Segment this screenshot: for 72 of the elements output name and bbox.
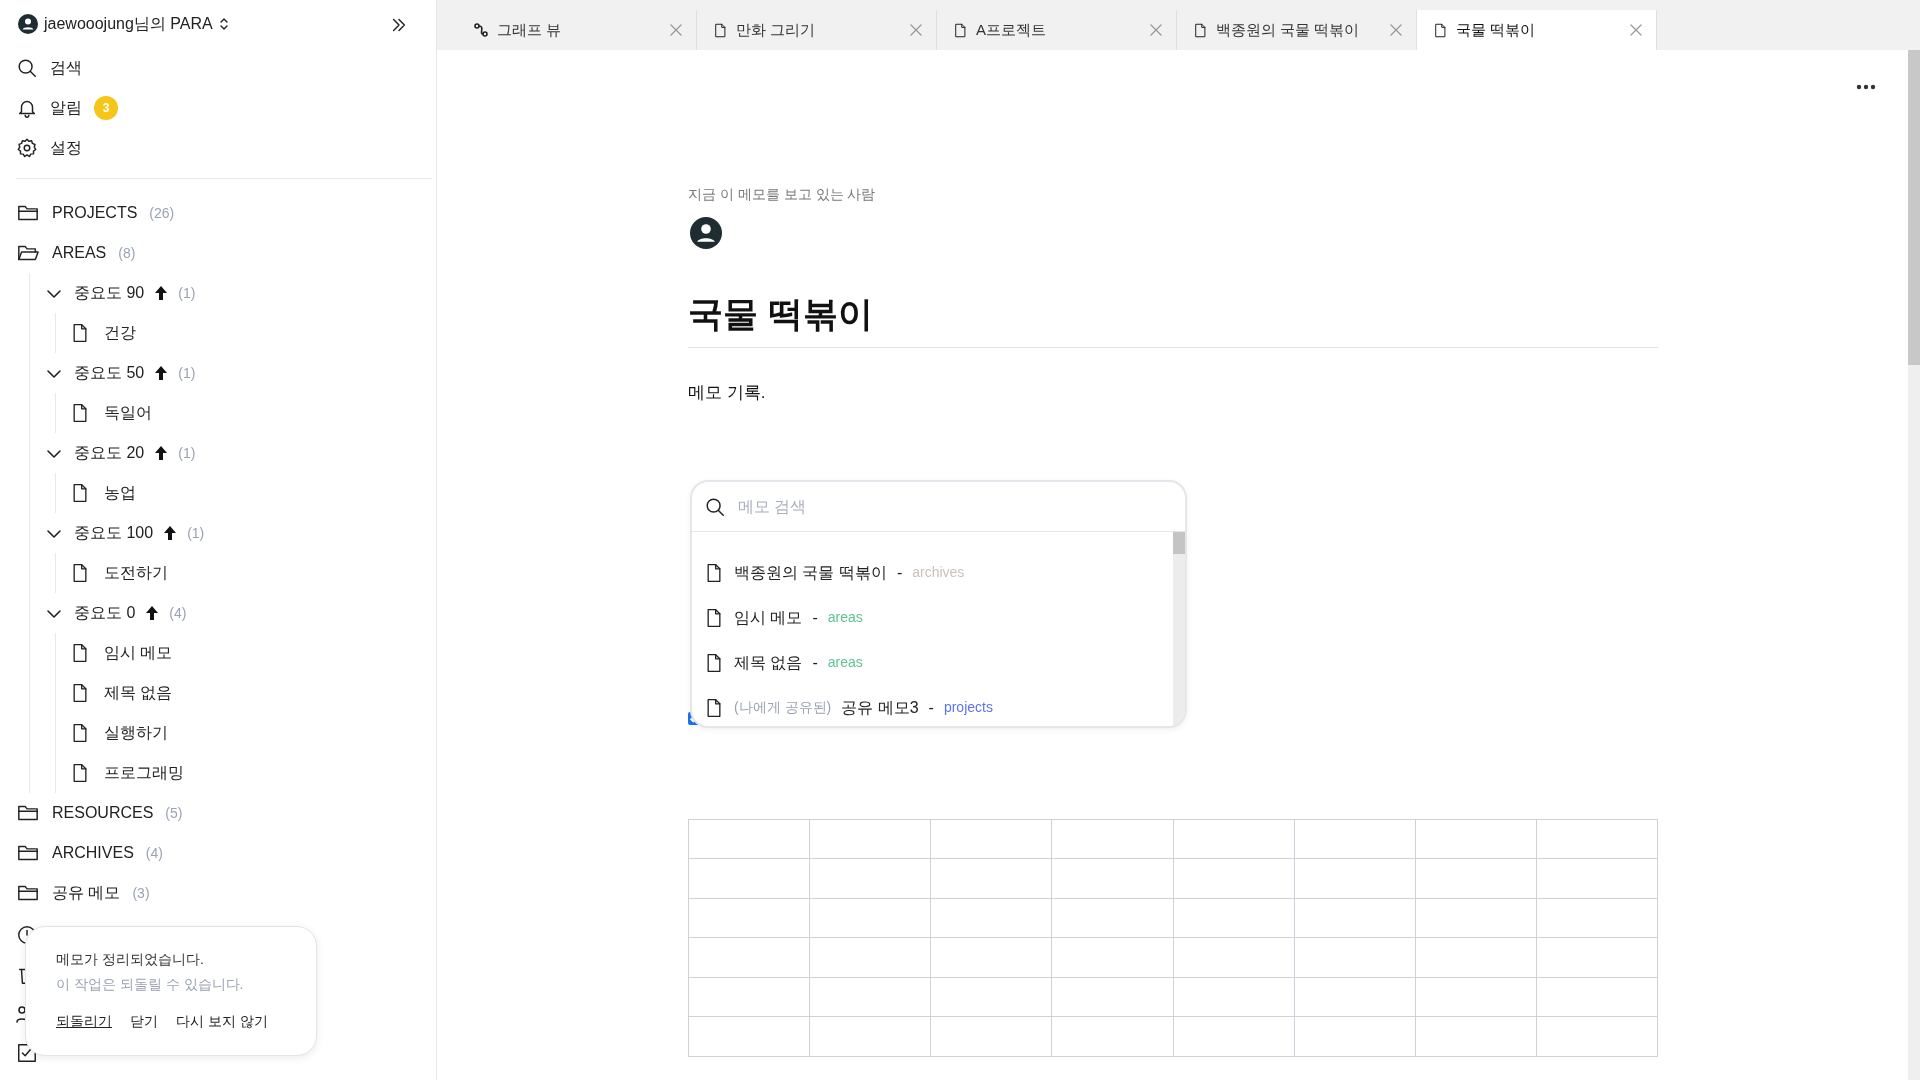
result-title: 공유 메모3: [841, 697, 919, 718]
up-arrow-icon: [154, 445, 169, 461]
search-result[interactable]: 제목 없음 - areas: [692, 640, 1185, 685]
sidebar-item[interactable]: 검색: [0, 48, 436, 88]
category-label: areas: [827, 653, 863, 672]
close-icon: [1390, 24, 1402, 36]
up-arrow-icon: [163, 525, 178, 541]
group-item[interactable]: 중요도 20 (1): [30, 433, 436, 473]
category-label: areas: [827, 608, 863, 627]
document-icon: [1193, 22, 1208, 38]
note-item[interactable]: 도전하기: [56, 553, 436, 593]
note-item[interactable]: 프로그래밍: [56, 753, 436, 793]
document-icon: [713, 22, 728, 38]
folder-item[interactable]: PROJECTS (26): [0, 193, 436, 233]
toast-hint: 이 작업은 되돌릴 수 있습니다.: [56, 975, 245, 994]
category-label: projects: [943, 698, 993, 717]
toast-action[interactable]: 되돌리기: [56, 1011, 112, 1032]
avatar-icon: [690, 217, 722, 249]
toast-action[interactable]: 다시 보지 않기: [176, 1011, 268, 1032]
group-item[interactable]: 중요도 0 (4): [30, 593, 436, 633]
group-item[interactable]: 중요도 50 (1): [30, 353, 436, 393]
search-result[interactable]: (나에게 공유된) 공유 메모3 - projects: [692, 685, 1185, 726]
search-icon: [16, 57, 38, 79]
folder-item[interactable]: AREAS (8): [0, 233, 436, 273]
folder-item[interactable]: ARCHIVES (4): [0, 833, 436, 873]
note-body: 메모 기록.: [688, 382, 767, 404]
separator: -: [812, 652, 818, 673]
result-title: 제목 없음: [734, 652, 803, 673]
sidebar-item[interactable]: 설정: [0, 128, 436, 168]
close-icon: [1150, 24, 1162, 36]
close-icon: [1630, 24, 1642, 36]
toast-message: 메모가 정리되었습니다.: [56, 950, 205, 969]
sort-caret-icon: [218, 17, 229, 31]
viewers-label: 지금 이 메모를 보고 있는 사람: [688, 185, 877, 204]
folder-item[interactable]: RESOURCES (5): [0, 793, 436, 833]
group-item[interactable]: 중요도 90 (1): [30, 273, 436, 313]
category-label: archives: [912, 563, 965, 582]
folder-item[interactable]: 공유 메모 (3): [0, 873, 436, 913]
result-title: 임시 메모: [734, 607, 803, 628]
settings-icon: [16, 137, 38, 159]
graph-icon: [473, 22, 489, 38]
note-title: 국물 떡볶이: [688, 293, 874, 335]
separator: -: [896, 562, 903, 583]
person-icon: [16, 1004, 28, 1024]
search-icon: [704, 495, 726, 518]
separator: -: [812, 607, 818, 628]
close-icon: [670, 24, 682, 36]
document-icon: [953, 22, 968, 38]
more-icon: [1856, 83, 1876, 90]
document-icon: [1433, 22, 1448, 38]
note-item[interactable]: 제목 없음: [56, 673, 436, 713]
tab[interactable]: 국물 떡볶이: [1417, 10, 1657, 50]
search-result[interactable]: 임시 메모 - areas: [692, 595, 1185, 640]
separator: -: [928, 697, 934, 718]
note-item[interactable]: 건강: [56, 313, 436, 353]
up-arrow-icon: [154, 365, 169, 381]
note-item[interactable]: 임시 메모: [56, 633, 436, 673]
shared-label: (나에게 공유된): [734, 698, 832, 717]
avatar-icon: [18, 14, 38, 34]
note-item[interactable]: 실행하기: [56, 713, 436, 753]
up-arrow-icon: [145, 605, 160, 621]
toast-action[interactable]: 닫기: [130, 1011, 158, 1032]
close-icon: [910, 24, 922, 36]
workspace-switcher[interactable]: jaewooojung님의 PARA: [18, 12, 229, 36]
sidebar-item[interactable]: 알림 3: [0, 88, 436, 128]
note-item[interactable]: 농업: [56, 473, 436, 513]
group-item[interactable]: 중요도 100 (1): [30, 513, 436, 553]
result-title: 백종원의 국물 떡볶이: [734, 562, 887, 583]
note-item[interactable]: 독일어: [56, 393, 436, 433]
search-result[interactable]: 백종원의 국물 떡볶이 - archives: [692, 550, 1185, 595]
up-arrow-icon: [154, 285, 169, 301]
notification-count: 3: [94, 96, 118, 120]
